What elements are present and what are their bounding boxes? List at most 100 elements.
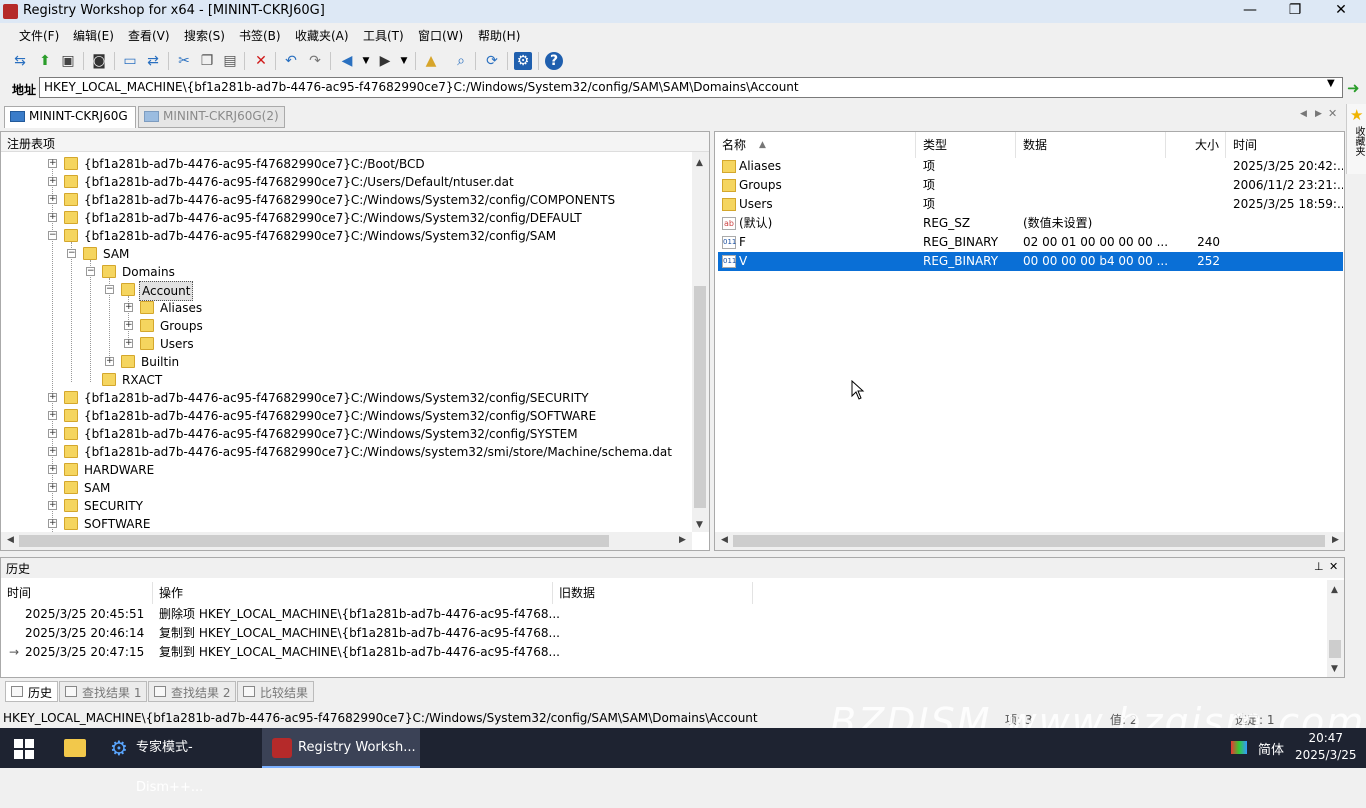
undo-icon[interactable]: ↶: [282, 52, 300, 70]
tree-item[interactable]: + {bf1a281b-ad7b-4476-ac95-f47682990ce7}…: [1, 389, 691, 407]
tree-item-software[interactable]: + SOFTWARE: [1, 515, 691, 533]
tree-item[interactable]: + {bf1a281b-ad7b-4476-ac95-f47682990ce7}…: [1, 155, 691, 173]
settings-icon[interactable]: ⚙: [514, 52, 532, 70]
back-dropdown-icon[interactable]: ▼: [357, 52, 375, 70]
address-dropdown-icon[interactable]: ▼: [1327, 78, 1335, 89]
collapse-icon[interactable]: −: [86, 267, 95, 276]
go-arrow-icon[interactable]: ➜: [1347, 79, 1360, 97]
back-icon[interactable]: ◀: [338, 52, 356, 70]
tree-item-builtin[interactable]: + Builtin: [1, 353, 691, 371]
menu-bookmarks[interactable]: 书签(B): [239, 27, 281, 44]
tree-item-users[interactable]: + Users: [1, 335, 691, 353]
history-vertical-scrollbar[interactable]: ▲ ▼: [1327, 580, 1344, 677]
restore-button[interactable]: ❐: [1272, 0, 1318, 23]
expand-icon[interactable]: +: [48, 465, 57, 474]
history-row[interactable]: 2025/3/25 20:46:14 复制到 HKEY_LOCAL_MACHIN…: [1, 624, 1321, 643]
expand-icon[interactable]: +: [48, 429, 57, 438]
tab-close-icon[interactable]: ✕: [1328, 107, 1337, 120]
find-icon[interactable]: ⌕: [452, 52, 470, 70]
tree-item[interactable]: + {bf1a281b-ad7b-4476-ac95-f47682990ce7}…: [1, 209, 691, 227]
tree-item[interactable]: − {bf1a281b-ad7b-4476-ac95-f47682990ce7}…: [1, 227, 691, 245]
scroll-right-icon[interactable]: ▶: [1332, 535, 1339, 545]
forward-icon[interactable]: ▶: [376, 52, 394, 70]
tree-item-groups[interactable]: + Groups: [1, 317, 691, 335]
tree-item[interactable]: + {bf1a281b-ad7b-4476-ac95-f47682990ce7}…: [1, 425, 691, 443]
up-folder-icon[interactable]: ▲: [422, 52, 440, 70]
redo-icon[interactable]: ↷: [306, 52, 324, 70]
taskbar-registry-workshop[interactable]: Registry Worksh...: [262, 728, 420, 768]
computer-icon[interactable]: ▭: [121, 52, 139, 70]
list-row[interactable]: Users 项 2025/3/25 18:59:...: [718, 195, 1343, 214]
tree-item-sam[interactable]: − SAM: [1, 245, 691, 263]
scroll-down-icon[interactable]: ▼: [1331, 664, 1338, 674]
tab-compare-results[interactable]: 比较结果: [237, 681, 315, 702]
column-header-type[interactable]: 类型: [916, 132, 1016, 158]
favorites-side-panel[interactable]: ★ 收藏夹: [1346, 104, 1366, 174]
menu-help[interactable]: 帮助(H): [478, 27, 520, 44]
expand-icon[interactable]: +: [48, 177, 57, 186]
tree-horizontal-scrollbar[interactable]: ◀ ▶: [1, 532, 692, 550]
import-icon[interactable]: ⬆: [36, 52, 54, 70]
tab-history[interactable]: 历史: [5, 681, 59, 702]
history-column-old-data[interactable]: 旧数据: [553, 582, 753, 604]
address-input[interactable]: HKEY_LOCAL_MACHINE\{bf1a281b-ad7b-4476-a…: [39, 77, 1343, 98]
expand-icon[interactable]: +: [48, 195, 57, 204]
minimize-button[interactable]: —: [1227, 0, 1273, 23]
collapse-icon[interactable]: −: [48, 231, 57, 240]
scroll-left-icon[interactable]: ◀: [721, 535, 728, 545]
column-header-data[interactable]: 数据: [1016, 132, 1166, 158]
expand-icon[interactable]: +: [48, 213, 57, 222]
history-column-time[interactable]: 时间: [1, 582, 153, 604]
expand-icon[interactable]: +: [124, 303, 133, 312]
menu-search[interactable]: 搜索(S): [184, 27, 225, 44]
tree-item[interactable]: + {bf1a281b-ad7b-4476-ac95-f47682990ce7}…: [1, 191, 691, 209]
tab-next-icon[interactable]: ▶: [1315, 109, 1322, 119]
scroll-thumb[interactable]: [694, 286, 706, 508]
column-header-time[interactable]: 时间: [1226, 132, 1344, 158]
history-row[interactable]: 2025/3/25 20:45:51 删除项 HKEY_LOCAL_MACHIN…: [1, 605, 1321, 624]
tree-item[interactable]: + {bf1a281b-ad7b-4476-ac95-f47682990ce7}…: [1, 173, 691, 191]
list-row[interactable]: 011 F REG_BINARY 02 00 01 00 00 00 00 ..…: [718, 233, 1343, 252]
menu-window[interactable]: 窗口(W): [418, 27, 463, 44]
scroll-thumb[interactable]: [19, 535, 609, 547]
connect-icon[interactable]: ⇆: [11, 52, 29, 70]
tree-item-security[interactable]: + SECURITY: [1, 497, 691, 515]
help-icon[interactable]: ?: [545, 52, 563, 70]
ime-indicator[interactable]: 简体: [1258, 739, 1284, 758]
snapshot-icon[interactable]: ◙: [90, 52, 108, 70]
list-row-selected[interactable]: 011 V REG_BINARY 00 00 00 00 b4 00 00 ..…: [718, 252, 1343, 271]
scroll-thumb[interactable]: [1329, 640, 1341, 658]
collapse-icon[interactable]: −: [105, 285, 114, 294]
color-profile-icon[interactable]: [1231, 741, 1247, 754]
tree-item-aliases[interactable]: + Aliases: [1, 299, 691, 317]
scroll-down-icon[interactable]: ▼: [696, 520, 703, 530]
file-explorer-icon[interactable]: [64, 739, 86, 757]
expand-icon[interactable]: +: [48, 411, 57, 420]
expand-icon[interactable]: +: [48, 519, 57, 528]
tree-vertical-scrollbar[interactable]: ▲ ▼: [692, 152, 709, 532]
remote-icon[interactable]: ⇄: [144, 52, 162, 70]
tree-item-rxact[interactable]: RXACT: [1, 371, 691, 389]
save-icon[interactable]: ▣: [59, 52, 77, 70]
menu-edit[interactable]: 编辑(E): [73, 27, 114, 44]
cut-icon[interactable]: ✂: [175, 52, 193, 70]
collapse-icon[interactable]: −: [67, 249, 76, 258]
scroll-left-icon[interactable]: ◀: [7, 535, 14, 545]
menu-file[interactable]: 文件(F): [19, 27, 59, 44]
pin-icon[interactable]: ⊥: [1314, 560, 1324, 573]
forward-dropdown-icon[interactable]: ▼: [395, 52, 413, 70]
tab-mininit-ckrj60g-2[interactable]: MININT-CKRJ60G(2): [138, 106, 285, 128]
tab-mininit-ckrj60g[interactable]: MININT-CKRJ60G: [4, 106, 136, 128]
tree-item-account[interactable]: − Account: [1, 281, 691, 301]
column-header-name[interactable]: 名称 ▲: [715, 132, 916, 158]
paste-icon[interactable]: ▤: [221, 52, 239, 70]
expand-icon[interactable]: +: [105, 357, 114, 366]
menu-tools[interactable]: 工具(T): [363, 27, 404, 44]
history-column-operation[interactable]: 操作: [153, 582, 553, 604]
tree-item-sam-root[interactable]: + SAM: [1, 479, 691, 497]
expand-icon[interactable]: +: [48, 159, 57, 168]
list-horizontal-scrollbar[interactable]: ◀ ▶: [715, 532, 1344, 550]
scroll-up-icon[interactable]: ▲: [1331, 585, 1338, 595]
scroll-up-icon[interactable]: ▲: [696, 158, 703, 168]
tree-item-domains[interactable]: − Domains: [1, 263, 691, 281]
